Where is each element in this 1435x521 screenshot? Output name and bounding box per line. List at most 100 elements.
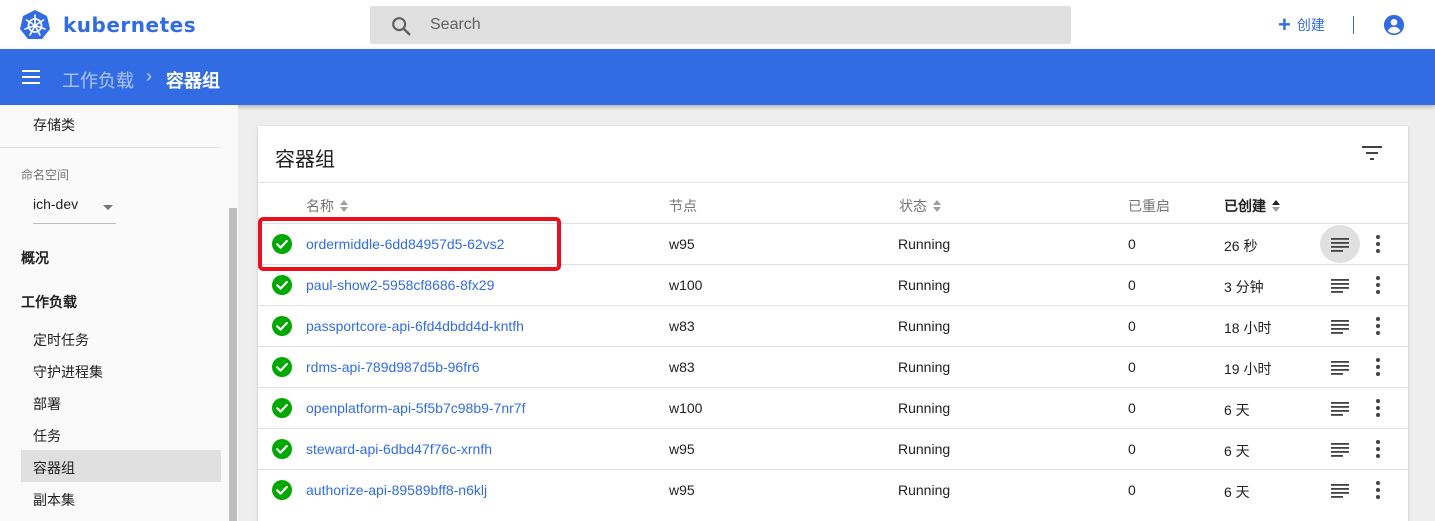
check-circle-icon — [272, 480, 292, 500]
sidebar-item-cronjobs[interactable]: 定时任务 — [33, 330, 89, 350]
pod-name-link[interactable]: rdms-api-789d987d5b-96fr6 — [306, 359, 480, 375]
table-row[interactable]: ordermiddle-6dd84957d5-62vs2 w95 Running 0 2… — [258, 223, 1408, 264]
chevron-down-icon — [103, 205, 113, 210]
sidebar-item-deployments[interactable]: 部署 — [33, 394, 61, 414]
column-header-status-label: 状态 — [899, 198, 927, 214]
more-vert-icon[interactable] — [1376, 317, 1380, 335]
app-name[interactable]: kubernetes — [63, 13, 196, 37]
pod-name-link[interactable]: authorize-api-89589bff8-n6klj — [306, 482, 487, 498]
check-circle-icon — [272, 275, 292, 295]
logs-button[interactable] — [1320, 348, 1360, 386]
pod-age: 6 天 — [1224, 484, 1250, 500]
pod-restarts: 0 — [1128, 441, 1136, 457]
toolbar-divider — [1353, 16, 1354, 34]
pod-restarts: 0 — [1128, 236, 1136, 252]
breadcrumb-chevron-icon: › — [146, 66, 152, 86]
sort-icon — [933, 199, 941, 213]
table-row[interactable]: passportcore-api-6fd4dbdd4d-kntfh w83 Runn… — [258, 305, 1408, 346]
pod-node: w83 — [669, 359, 695, 375]
logs-icon — [1331, 402, 1349, 416]
logs-icon — [1331, 443, 1349, 457]
logs-icon — [1331, 484, 1349, 498]
column-header-created-label: 已创建 — [1224, 198, 1266, 214]
pod-name-link[interactable]: paul-show2-5958cf8686-8fx29 — [306, 277, 494, 293]
column-header-name[interactable]: 名称 — [306, 196, 348, 216]
column-header-node: 节点 — [669, 196, 697, 216]
sidebar-item-daemon-sets[interactable]: 守护进程集 — [33, 362, 103, 382]
sidebar: 存储类 命名空间 ich-dev 概况 工作负载 定时任务 守护进程集 部署 任… — [0, 105, 238, 521]
check-circle-icon — [272, 398, 292, 418]
logs-button[interactable] — [1320, 225, 1360, 263]
create-button[interactable]: + 创建 — [1278, 14, 1325, 36]
sidebar-divider — [0, 147, 221, 148]
pod-restarts: 0 — [1128, 400, 1136, 416]
more-vert-icon[interactable] — [1376, 358, 1380, 376]
sidebar-item-storage-class[interactable]: 存储类 — [33, 115, 75, 135]
pod-status: Running — [898, 482, 951, 498]
sort-ascending-icon — [1272, 199, 1280, 213]
table-row[interactable]: steward-api-6dbd47f76c-xrnfh w95 Running 0 6… — [258, 428, 1408, 469]
account-circle-icon[interactable] — [1383, 14, 1405, 36]
search-bar[interactable] — [370, 6, 1071, 44]
pod-restarts: 0 — [1128, 318, 1136, 334]
filter-icon[interactable] — [1362, 145, 1382, 161]
more-vert-icon[interactable] — [1376, 440, 1380, 458]
pod-age: 3 分钟 — [1224, 279, 1264, 295]
logs-icon — [1331, 361, 1349, 375]
column-header-node-label: 节点 — [669, 198, 697, 214]
logs-button[interactable] — [1320, 389, 1360, 427]
pod-status: Running — [898, 400, 951, 416]
sidebar-item-workloads[interactable]: 工作负载 — [21, 292, 77, 312]
logs-button[interactable] — [1320, 307, 1360, 345]
table-row[interactable]: openplatform-api-5f5b7c98b9-7nr7f w100 Run… — [258, 387, 1408, 428]
pod-age: 6 天 — [1224, 402, 1250, 418]
plus-icon: + — [1278, 12, 1291, 37]
column-header-status[interactable]: 状态 — [899, 196, 941, 216]
card-title: 容器组 — [275, 149, 335, 171]
pod-name-link[interactable]: openplatform-api-5f5b7c98b9-7nr7f — [306, 400, 525, 416]
pod-name-link[interactable]: ordermiddle-6dd84957d5-62vs2 — [306, 236, 504, 252]
pod-node: w83 — [669, 318, 695, 334]
table-row[interactable]: authorize-api-89589bff8-n6klj w95 Running 0… — [258, 469, 1408, 510]
pod-node: w95 — [669, 236, 695, 252]
page-title: 容器组 — [166, 71, 220, 91]
logs-icon — [1331, 279, 1349, 293]
sidebar-item-jobs[interactable]: 任务 — [33, 426, 61, 446]
sidebar-item-overview[interactable]: 概况 — [21, 248, 49, 268]
namespace-select[interactable]: ich-dev — [33, 196, 116, 224]
sort-icon — [340, 199, 348, 213]
column-header-name-label: 名称 — [306, 198, 334, 214]
check-circle-icon — [272, 357, 292, 377]
pod-status: Running — [898, 318, 951, 334]
search-input[interactable] — [430, 6, 1050, 44]
more-vert-icon[interactable] — [1376, 481, 1380, 499]
breadcrumb-toolbar: 工作负载 › 容器组 — [0, 49, 1435, 105]
pod-name-link[interactable]: steward-api-6dbd47f76c-xrnfh — [306, 441, 492, 457]
table-row[interactable]: rdms-api-789d987d5b-96fr6 w83 Running 0 19 小… — [258, 346, 1408, 387]
table-row[interactable]: paul-show2-5958cf8686-8fx29 w100 Running 0 3… — [258, 264, 1408, 305]
sidebar-scrollbar[interactable] — [229, 208, 237, 521]
logs-icon — [1331, 320, 1349, 334]
more-vert-icon[interactable] — [1376, 276, 1380, 294]
menu-icon[interactable] — [22, 70, 40, 84]
sidebar-item-pods[interactable]: 容器组 — [33, 458, 75, 478]
logs-button[interactable] — [1320, 430, 1360, 468]
logs-button[interactable] — [1320, 266, 1360, 304]
pod-restarts: 0 — [1128, 482, 1136, 498]
pod-name-link[interactable]: passportcore-api-6fd4dbdd4d-kntfh — [306, 318, 524, 334]
check-circle-icon — [272, 316, 292, 336]
breadcrumb-parent[interactable]: 工作负载 — [62, 67, 134, 93]
pod-node: w95 — [669, 441, 695, 457]
pod-node: w100 — [669, 400, 703, 416]
pod-status: Running — [898, 236, 951, 252]
pod-status: Running — [898, 359, 951, 375]
kubernetes-logo-icon[interactable] — [19, 9, 51, 41]
namespace-label: 命名空间 — [21, 168, 70, 182]
pod-status: Running — [898, 277, 951, 293]
pod-age: 6 天 — [1224, 443, 1250, 459]
logs-button[interactable] — [1320, 471, 1360, 509]
more-vert-icon[interactable] — [1376, 399, 1380, 417]
sidebar-item-replica-sets[interactable]: 副本集 — [33, 490, 75, 510]
more-vert-icon[interactable] — [1376, 235, 1380, 253]
column-header-created[interactable]: 已创建 — [1224, 196, 1280, 216]
